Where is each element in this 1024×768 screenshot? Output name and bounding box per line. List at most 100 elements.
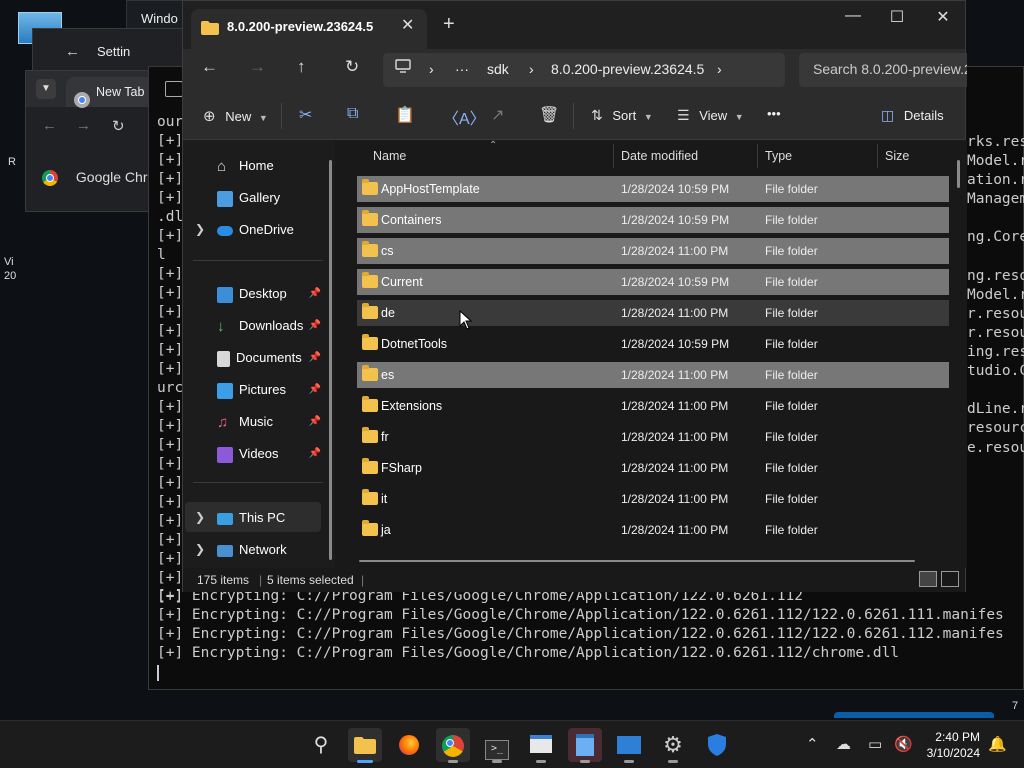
new-button[interactable]: ⊕ New ▼ [203,107,268,125]
sidebar-scrollbar[interactable] [329,160,332,560]
chevron-right-icon[interactable]: ❯ [195,510,205,524]
column-date-modified[interactable]: Date modified [621,149,698,163]
close-window-icon[interactable]: ✕ [923,7,963,27]
details-button[interactable]: ◫ Details [881,107,944,124]
search-icon[interactable]: ⚲ [304,728,338,762]
table-row[interactable]: AppHostTemplate 1/28/2024 10:59 PM File fo… [357,176,949,202]
command-bar: ⊕ New ▼ ✂ ⧉ 📋 〈A〉 ↗ 🗑 ⇅ Sort ▼ ☰ View ▼ … [183,93,965,140]
pin-icon[interactable]: 📌 [309,444,321,464]
up-icon[interactable]: ↑ [297,57,306,77]
new-tab-icon[interactable]: + [443,13,455,36]
file-type: File folder [765,461,818,475]
table-row[interactable]: cs 1/28/2024 11:00 PM File folder [357,238,949,264]
chrome-list-item[interactable]: Google Chro [42,169,155,187]
pin-icon[interactable]: 📌 [309,412,321,432]
view-button[interactable]: ☰ View ▼ [677,107,744,124]
chrome-back-icon[interactable]: ← [42,117,57,134]
maximize-icon[interactable]: ☐ [877,7,917,27]
chevron-up-icon[interactable]: ⌃ [806,735,819,753]
video-editor-taskbar-icon[interactable] [612,728,646,763]
table-row[interactable]: de 1/28/2024 11:00 PM File folder [357,300,949,326]
paste-icon[interactable]: 📋 [395,105,415,125]
column-divider[interactable] [877,144,878,168]
sidebar-item-home[interactable]: ⌂ Home [217,156,274,176]
desktop-label-20: 20 [4,270,17,282]
chevron-right-icon[interactable]: › [529,61,534,77]
file-explorer-window[interactable]: 8.0.200-preview.23624.5 ✕ + — ☐ ✕ ← → ↑ … [182,0,967,592]
notification-bell-icon[interactable]: 🔔 [988,735,1007,753]
sort-button[interactable]: ⇅ Sort ▼ [591,107,653,124]
table-row[interactable]: FSharp 1/28/2024 11:00 PM File folder [357,455,949,481]
close-tab-icon[interactable]: ✕ [401,15,414,35]
details-view-icon[interactable] [919,571,937,587]
explorer-tab[interactable]: 8.0.200-preview.23624.5 ✕ [191,9,427,49]
pin-icon[interactable]: 📌 [309,380,321,400]
column-type[interactable]: Type [765,149,792,163]
horizontal-scrollbar[interactable] [359,560,915,562]
breadcrumb-sdk[interactable]: sdk [487,61,509,77]
rename-icon[interactable]: 〈A〉 [443,105,486,129]
terminal-taskbar-icon[interactable]: >_ [480,728,514,763]
sidebar-item-this-pc[interactable]: This PC [217,508,285,528]
column-divider[interactable] [757,144,758,168]
column-divider[interactable] [613,144,614,168]
chevron-right-icon[interactable]: › [717,61,722,77]
chrome-taskbar-icon[interactable] [436,728,470,763]
search-input[interactable]: Search 8.0.200-preview.23624.5 [799,53,967,87]
refresh-icon[interactable]: ↻ [345,57,359,77]
more-options-icon[interactable]: ••• [767,106,781,121]
table-row[interactable]: es 1/28/2024 11:00 PM File folder [357,362,949,388]
chevron-right-icon[interactable]: › [429,61,434,77]
sidebar-item-music[interactable]: ♫ Music 📌 [217,412,321,432]
table-row[interactable]: fr 1/28/2024 11:00 PM File folder [357,424,949,450]
pin-icon[interactable]: 📌 [309,316,321,336]
chrome-forward-icon[interactable]: → [76,117,91,134]
chevron-right-icon[interactable]: ❯ [195,542,205,556]
column-name[interactable]: Name [373,149,406,163]
sidebar-item-videos[interactable]: Videos 📌 [217,444,321,464]
copy-icon[interactable]: ⧉ [347,105,358,123]
display-icon[interactable]: ▭ [868,735,882,753]
column-size[interactable]: Size [885,149,909,163]
breadcrumb-current[interactable]: 8.0.200-preview.23624.5 [551,61,704,77]
sidebar-item-documents[interactable]: Documents 📌 [217,348,321,368]
onedrive-offline-icon[interactable]: ☁ [836,735,851,753]
chevron-right-icon[interactable]: ❯ [195,222,205,236]
breadcrumb-more[interactable]: ··· [455,61,469,77]
sidebar-item-desktop[interactable]: Desktop 📌 [217,284,321,304]
sidebar-item-downloads[interactable]: ↓ Downloads 📌 [217,316,321,336]
chrome-reload-icon[interactable]: ↻ [112,117,125,135]
app-window-taskbar-icon[interactable] [524,728,558,763]
minimize-icon[interactable]: — [833,7,873,25]
forward-icon[interactable]: → [249,57,266,77]
table-row[interactable]: it 1/28/2024 11:00 PM File folder [357,486,949,512]
sidebar-item-gallery[interactable]: Gallery [217,188,280,208]
breadcrumb[interactable]: › ··· sdk › 8.0.200-preview.23624.5 › [383,53,785,87]
notepad-taskbar-icon[interactable] [568,728,602,763]
delete-icon[interactable]: 🗑 [539,105,559,125]
pin-icon[interactable]: 📌 [309,348,321,368]
sidebar-item-network[interactable]: Network [217,540,287,560]
table-row[interactable]: ja 1/28/2024 11:00 PM File folder [357,517,949,543]
file-explorer-taskbar-icon[interactable] [348,728,382,763]
vertical-scrollbar[interactable] [957,160,960,188]
back-icon[interactable]: ← [201,57,218,77]
cut-icon[interactable]: ✂ [299,105,312,125]
volume-muted-icon[interactable]: 🔇 [894,735,913,753]
sidebar-item-pictures[interactable]: Pictures 📌 [217,380,321,400]
tiles-view-icon[interactable] [941,571,959,587]
table-row[interactable]: Current 1/28/2024 10:59 PM File folder [357,269,949,295]
back-arrow-icon[interactable]: ← [65,43,80,60]
firefox-icon[interactable] [392,728,426,762]
security-shield-icon[interactable] [700,728,734,762]
pin-icon[interactable]: 📌 [309,284,321,304]
sidebar-item-label: OneDrive [239,222,294,237]
table-row[interactable]: Extensions 1/28/2024 11:00 PM File folder [357,393,949,419]
settings-gear-icon[interactable]: ⚙ [656,728,690,763]
table-row[interactable]: DotnetTools 1/28/2024 10:59 PM File folder [357,331,949,357]
share-icon[interactable]: ↗ [491,105,504,125]
chevron-down-icon[interactable]: ▼ [36,79,56,99]
clock[interactable]: 2:40 PM 3/10/2024 [920,729,980,761]
sidebar-item-onedrive[interactable]: OneDrive [217,220,294,240]
table-row[interactable]: Containers 1/28/2024 10:59 PM File folder [357,207,949,233]
